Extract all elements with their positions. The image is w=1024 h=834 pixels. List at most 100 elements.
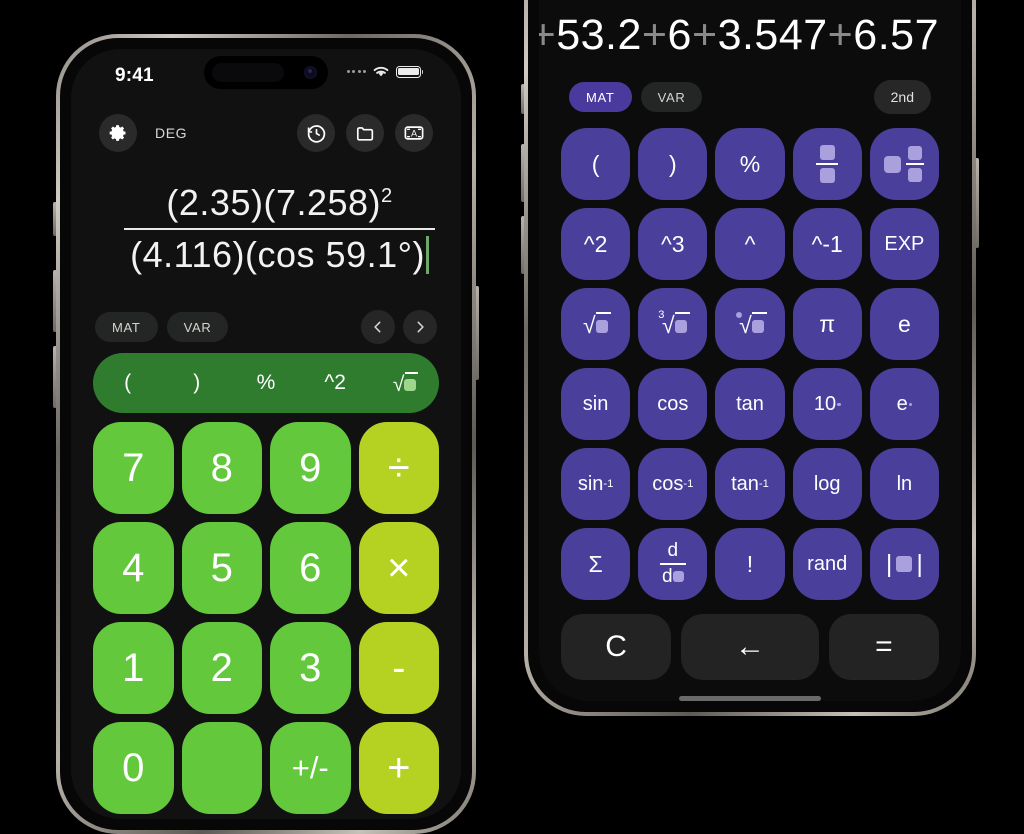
sci-key-cube[interactable]: ^3 [638,208,708,281]
tab-mat[interactable]: MAT [95,312,158,342]
key-minus[interactable]: - [358,622,439,714]
sci-key-arcsin[interactable]: sin -1 [561,448,631,521]
action-bar: C ← = [561,614,939,681]
sci-key-nth-root[interactable]: √ [715,288,785,361]
ten-power-base: 10 [813,392,837,415]
key-5[interactable]: 5 [181,522,262,614]
right-mode-tab-row: MAT VAR 2nd [539,70,961,124]
sci-key-cube-root[interactable]: 3 √ [638,288,708,361]
key-7[interactable]: 7 [93,422,174,514]
key-decimal[interactable] [181,722,262,814]
sci-key-sin[interactable]: sin [561,368,631,441]
sci-key-derivative[interactable]: dd [638,528,708,601]
key-paren-open[interactable]: ( [93,353,162,413]
sci-key-pi[interactable]: π [792,288,862,361]
status-time: 9:41 [115,65,154,86]
home-indicator [679,696,821,701]
sci-key-percent[interactable]: % [715,128,785,201]
top-toolbar: DEG A [71,103,461,155]
tab-var[interactable]: VAR [166,312,229,342]
key-2[interactable]: 2 [181,622,262,714]
left-phone-mockup: 9:41 DEG A (2.35)(7.258)2 (4.116)(cos 59… [53,34,479,834]
sci-key-summation[interactable]: Σ [561,528,631,601]
sci-key-absolute[interactable]: | | [869,528,939,601]
denominator-text: (4.116)(cos 59.1°) [130,234,425,275]
sci-key-arccos[interactable]: cos -1 [638,448,708,521]
key-0[interactable]: 0 [93,722,174,814]
sci-key-reciprocal[interactable]: ^-1 [792,208,862,281]
angle-mode-label[interactable]: DEG [155,125,187,141]
key-1[interactable]: 1 [93,622,174,714]
folder-icon [356,126,373,141]
sci-key-ten-power[interactable]: 10 [792,368,862,441]
status-indicators [346,65,424,78]
sci-key-cos[interactable]: cos [638,368,708,441]
key-square[interactable]: ^2 [301,353,370,413]
e-power-base: e [896,392,908,415]
key-3[interactable]: 3 [270,622,351,714]
sci-key-tan[interactable]: tan [715,368,785,441]
sci-key-square-root[interactable]: √ [561,288,631,361]
nav-next-button[interactable] [403,310,437,344]
key-sign-toggle[interactable]: +/- [270,722,351,814]
equals-button[interactable]: = [828,614,939,681]
sci-key-exp[interactable]: EXP [869,208,939,281]
key-percent[interactable]: % [231,353,300,413]
key-8[interactable]: 8 [181,422,262,514]
clear-button[interactable]: C [561,614,672,681]
arctan-base: tan [731,472,759,495]
sci-key-power[interactable]: ^ [715,208,785,281]
cbrt-icon: 3 √ [658,310,691,337]
sci-key-square[interactable]: ^2 [561,208,631,281]
sci-key-rand[interactable]: rand [792,528,862,601]
nav-prev-button[interactable] [361,310,395,344]
sci-key-fraction[interactable] [792,128,862,201]
expr-token-op-3: + [691,11,718,60]
key-plus[interactable]: + [358,722,439,814]
fraction-icon [816,145,839,184]
sqrt-icon: √ [583,311,611,337]
alpha-keyboard-button[interactable]: A [395,114,433,152]
mixed-fraction-icon [884,146,925,183]
sci-key-euler[interactable]: e [869,288,939,361]
right-tab-var[interactable]: VAR [640,82,703,113]
right-expression-display[interactable]: +53.2 +6 +3.547 +6.57 [539,0,961,70]
key-multiply[interactable]: × [358,522,439,614]
fraction-denominator: (4.116)(cos 59.1°) [124,232,435,276]
key-divide[interactable]: ÷ [358,422,439,514]
arcsin-base: sin [577,472,604,495]
sci-key-mixed-fraction[interactable] [869,128,939,201]
key-paren-close[interactable]: ) [162,353,231,413]
inverse-superscript: -1 [683,478,694,491]
sci-key-factorial[interactable]: ! [715,528,785,601]
cellular-dots-icon [346,70,366,73]
key-square-root[interactable]: √ [370,353,439,413]
right-tab-mat[interactable]: MAT [569,82,632,113]
sci-key-paren-open[interactable]: ( [561,128,631,201]
key-4[interactable]: 4 [93,522,174,614]
expression-display[interactable]: (2.35)(7.258)2 (4.116)(cos 59.1°) [71,155,461,303]
right-phone-mockup: +53.2+6+3.547+6.57 MAT VAR 2nd ( ) % [521,0,979,716]
backspace-button[interactable]: ← [681,614,819,681]
svg-text:A: A [411,129,418,139]
second-function-button[interactable]: 2nd [873,80,931,115]
sci-key-ln[interactable]: ln [869,448,939,521]
history-button[interactable] [297,114,335,152]
settings-button[interactable] [99,114,137,152]
expr-token-num-1: 53.2 [556,11,642,60]
sci-key-e-power[interactable]: e [869,368,939,441]
sci-key-paren-close[interactable]: ) [638,128,708,201]
folder-button[interactable] [346,114,384,152]
expr-token-op-2: + [641,11,668,60]
key-6[interactable]: 6 [270,522,351,614]
right-phone-bezel: +53.2+6+3.547+6.57 MAT VAR 2nd ( ) % [528,0,972,712]
numerator-exponent: 2 [381,185,393,207]
history-clock-icon [307,124,325,143]
scientific-keypad: ( ) % ^2 ^3 ^ ^-1 EXP √ 3 √ √ π e sin co… [561,128,939,601]
dynamic-island [204,56,328,89]
key-9[interactable]: 9 [270,422,351,514]
sci-key-log[interactable]: log [792,448,862,521]
sci-key-arctan[interactable]: tan -1 [715,448,785,521]
inverse-superscript: -1 [603,478,614,491]
expr-token-op-4: + [827,11,854,60]
